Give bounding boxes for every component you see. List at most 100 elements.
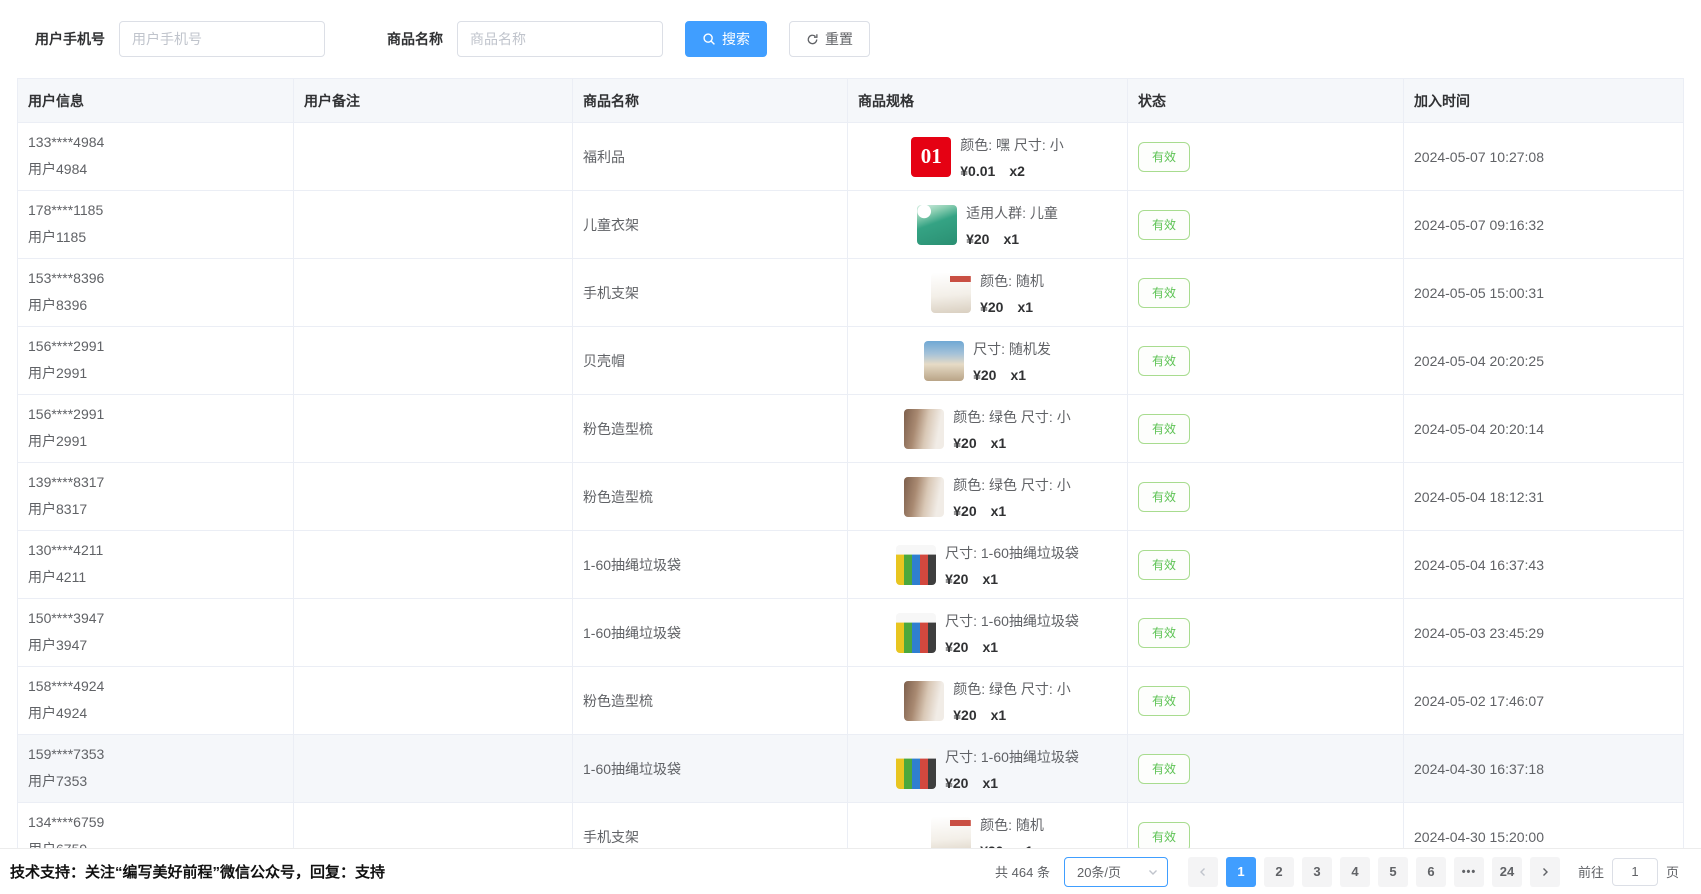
page-size-select[interactable]: 20条/页 <box>1064 857 1168 887</box>
table-row: 156****2991 用户2991 粉色造型梳 颜色: 绿色 尺寸: 小 ¥2… <box>18 395 1683 463</box>
product-image[interactable] <box>904 681 944 721</box>
price: ¥20 <box>953 435 976 451</box>
quantity: x1 <box>1017 299 1033 315</box>
phone-input[interactable] <box>119 21 325 57</box>
status-badge: 有效 <box>1138 414 1190 444</box>
product-image[interactable] <box>911 137 951 177</box>
page-button-3[interactable]: 3 <box>1302 857 1332 887</box>
product-image[interactable] <box>904 409 944 449</box>
price: ¥20 <box>973 367 996 383</box>
page-button-5[interactable]: 5 <box>1378 857 1408 887</box>
column-header-remark: 用户备注 <box>294 79 573 123</box>
table-row: 159****7353 用户7353 1-60抽绳垃圾袋 尺寸: 1-60抽绳垃… <box>18 735 1683 803</box>
join-time: 2024-05-04 18:12:31 <box>1404 463 1683 531</box>
column-header-user: 用户信息 <box>18 79 294 123</box>
user-remark <box>294 463 573 531</box>
user-nickname: 用户8317 <box>28 499 283 519</box>
price: ¥20 <box>953 707 976 723</box>
status-badge: 有效 <box>1138 618 1190 648</box>
status-badge: 有效 <box>1138 210 1190 240</box>
join-time: 2024-05-03 23:45:29 <box>1404 599 1683 667</box>
user-phone: 158****4924 <box>28 678 283 694</box>
spec-attributes: 颜色: 绿色 尺寸: 小 <box>953 679 1070 699</box>
user-phone: 139****8317 <box>28 474 283 490</box>
join-time: 2024-05-07 09:16:32 <box>1404 191 1683 259</box>
user-remark <box>294 599 573 667</box>
status-badge: 有效 <box>1138 754 1190 784</box>
user-nickname: 用户2991 <box>28 363 283 383</box>
status-badge: 有效 <box>1138 278 1190 308</box>
product-name: 粉色造型梳 <box>573 463 848 531</box>
join-time: 2024-05-04 20:20:14 <box>1404 395 1683 463</box>
product-image[interactable] <box>931 273 971 313</box>
product-image[interactable] <box>896 545 936 585</box>
table-body: 133****4984 用户4984 福利品 颜色: 嘿 尺寸: 小 ¥0.01… <box>18 123 1683 871</box>
prev-page-button[interactable] <box>1188 857 1218 887</box>
price: ¥20 <box>980 299 1003 315</box>
phone-label: 用户手机号 <box>35 29 105 49</box>
page-button-6[interactable]: 6 <box>1416 857 1446 887</box>
product-image[interactable] <box>917 205 957 245</box>
user-nickname: 用户4984 <box>28 159 283 179</box>
status-badge: 有效 <box>1138 822 1190 852</box>
next-page-button[interactable] <box>1530 857 1560 887</box>
join-time: 2024-04-30 16:37:18 <box>1404 735 1683 803</box>
quantity: x1 <box>991 435 1007 451</box>
price: ¥20 <box>945 775 968 791</box>
user-phone: 133****4984 <box>28 134 283 150</box>
status-badge: 有效 <box>1138 550 1190 580</box>
user-phone: 178****1185 <box>28 202 283 218</box>
user-phone: 134****6759 <box>28 814 283 830</box>
column-header-status: 状态 <box>1128 79 1404 123</box>
product-name: 1-60抽绳垃圾袋 <box>573 599 848 667</box>
reset-button[interactable]: 重置 <box>789 21 870 57</box>
product-image[interactable] <box>896 613 936 653</box>
table-row: 139****8317 用户8317 粉色造型梳 颜色: 绿色 尺寸: 小 ¥2… <box>18 463 1683 531</box>
user-remark <box>294 123 573 191</box>
support-text: 技术支持：关注“编写美好前程”微信公众号，回复：支持 <box>10 861 385 882</box>
more-pages-button[interactable]: ••• <box>1454 857 1484 887</box>
user-nickname: 用户4211 <box>28 567 283 587</box>
status-badge: 有效 <box>1138 482 1190 512</box>
join-time: 2024-05-04 20:20:25 <box>1404 327 1683 395</box>
product-name: 儿童衣架 <box>573 191 848 259</box>
user-phone: 156****2991 <box>28 338 283 354</box>
user-nickname: 用户1185 <box>28 227 283 247</box>
user-nickname: 用户8396 <box>28 295 283 315</box>
pagination: 共 464 条 20条/页 123456 ••• 24 前往 页 <box>995 857 1679 887</box>
product-image[interactable] <box>924 341 964 381</box>
product-image[interactable] <box>904 477 944 517</box>
price: ¥0.01 <box>960 163 995 179</box>
status-badge: 有效 <box>1138 686 1190 716</box>
quantity: x1 <box>982 571 998 587</box>
column-header-product: 商品名称 <box>573 79 848 123</box>
table-row: 178****1185 用户1185 儿童衣架 适用人群: 儿童 ¥20x1 有… <box>18 191 1683 259</box>
join-time: 2024-05-02 17:46:07 <box>1404 667 1683 735</box>
search-button[interactable]: 搜索 <box>685 21 767 57</box>
page-button-1[interactable]: 1 <box>1226 857 1256 887</box>
footer-bar: 技术支持：关注“编写美好前程”微信公众号，回复：支持 共 464 条 20条/页… <box>0 848 1701 894</box>
product-image[interactable] <box>896 749 936 789</box>
status-badge: 有效 <box>1138 346 1190 376</box>
user-remark <box>294 735 573 803</box>
goto-label: 前往 <box>1578 862 1604 881</box>
user-phone: 159****7353 <box>28 746 283 762</box>
table-row: 153****8396 用户8396 手机支架 颜色: 随机 ¥20x1 有效 … <box>18 259 1683 327</box>
quantity: x1 <box>1010 367 1026 383</box>
table-row: 158****4924 用户4924 粉色造型梳 颜色: 绿色 尺寸: 小 ¥2… <box>18 667 1683 735</box>
spec-attributes: 颜色: 随机 <box>980 815 1044 835</box>
total-count: 共 464 条 <box>995 862 1050 881</box>
goto-page-input[interactable] <box>1612 858 1658 886</box>
chevron-down-icon <box>1147 866 1159 878</box>
user-nickname: 用户4924 <box>28 703 283 723</box>
table-header: 用户信息 用户备注 商品名称 商品规格 状态 加入时间 <box>18 79 1683 123</box>
product-name: 福利品 <box>573 123 848 191</box>
page-button-2[interactable]: 2 <box>1264 857 1294 887</box>
table-row: 130****4211 用户4211 1-60抽绳垃圾袋 尺寸: 1-60抽绳垃… <box>18 531 1683 599</box>
product-name-input[interactable] <box>457 21 663 57</box>
user-remark <box>294 327 573 395</box>
page-button-4[interactable]: 4 <box>1340 857 1370 887</box>
quantity: x1 <box>991 707 1007 723</box>
page-button-24[interactable]: 24 <box>1492 857 1522 887</box>
product-name-label: 商品名称 <box>387 29 443 49</box>
